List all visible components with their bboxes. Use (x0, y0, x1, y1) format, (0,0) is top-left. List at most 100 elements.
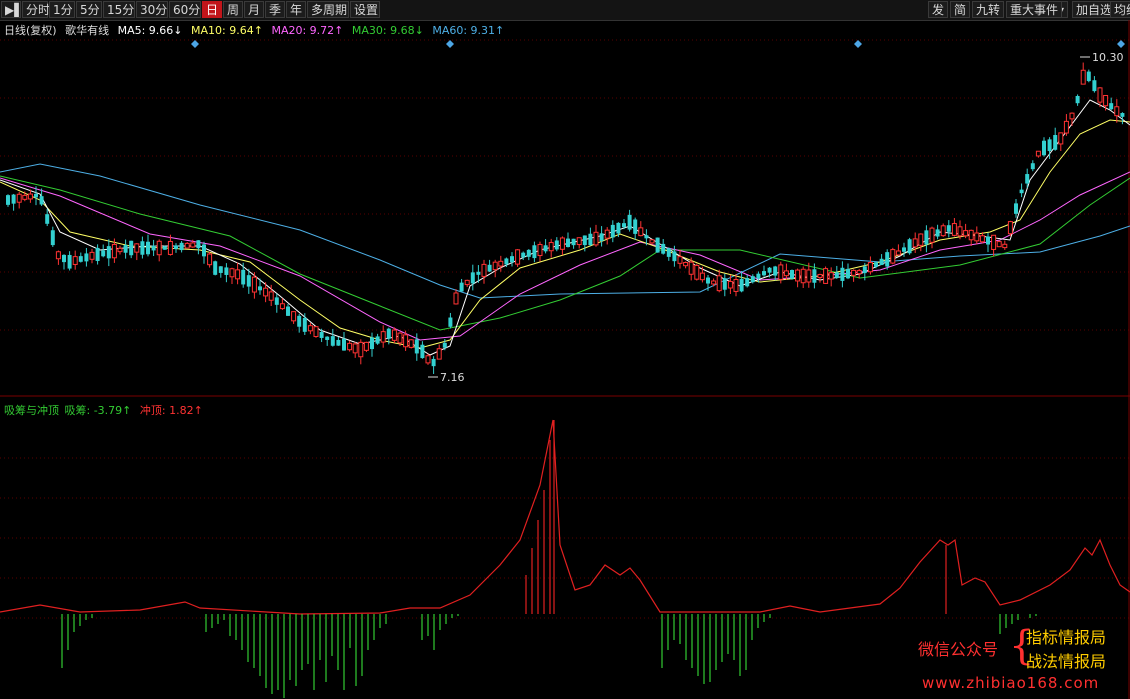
candle-body (291, 311, 297, 322)
candle-body (846, 268, 850, 279)
candle-body (1069, 112, 1075, 120)
candle-body (55, 251, 61, 260)
watermark-line2: 指标情报局 (1026, 628, 1107, 647)
candle-body (716, 275, 722, 292)
candle-body (62, 254, 66, 263)
candle-body (420, 344, 425, 359)
candle-body (968, 229, 974, 241)
candle-body (1063, 120, 1069, 134)
candle-body (1109, 103, 1114, 110)
candle-body (991, 234, 997, 250)
candle-body (274, 297, 279, 305)
candle-body (800, 268, 806, 284)
candle-body (297, 315, 302, 327)
candle-body (380, 331, 386, 343)
event-marker-icon[interactable] (1117, 40, 1125, 48)
candle-body (134, 243, 140, 253)
candle-body (363, 341, 369, 351)
candle-body (386, 328, 391, 339)
candle-body (979, 235, 985, 243)
candle-body (783, 270, 789, 277)
candle-body (330, 336, 335, 346)
candle-body (733, 278, 739, 292)
candle-body (688, 261, 694, 275)
candle-body (722, 278, 727, 290)
candle-body (1030, 163, 1035, 170)
candle-body (559, 237, 565, 250)
candle-body (1080, 69, 1086, 85)
candle-body (823, 268, 829, 284)
watermark-wechat: 微信公众号 (918, 640, 999, 659)
candle-body (202, 244, 206, 257)
candle-body (762, 271, 766, 276)
candle-body (532, 245, 537, 259)
candle-body (856, 270, 862, 275)
candle-body (504, 258, 509, 265)
candle-body (1019, 189, 1024, 194)
candle-body (442, 342, 447, 348)
candle-body (302, 317, 307, 332)
candle-body (174, 245, 178, 250)
candle-body (588, 233, 593, 246)
candle-body (342, 338, 346, 351)
candle-body (123, 245, 128, 253)
candle-body (677, 256, 683, 264)
candle-body (610, 224, 615, 238)
candle-body (806, 269, 812, 283)
kline-chart[interactable]: 10.30 7.16 (0, 0, 1130, 699)
candle-body (391, 329, 397, 341)
candle-body (912, 238, 918, 248)
candle-body (554, 240, 559, 250)
candle-body (790, 270, 794, 279)
candle-body (146, 241, 150, 255)
candle-body (179, 242, 184, 251)
candle-body (918, 233, 924, 246)
candle-body (448, 317, 453, 327)
candle-body (711, 280, 717, 285)
candle-body (229, 268, 235, 278)
candle-body (476, 271, 481, 275)
event-marker-icon[interactable] (191, 40, 199, 48)
candle-body (996, 241, 1002, 248)
candle-body (582, 235, 587, 246)
candle-body (543, 245, 548, 252)
candle-body (39, 196, 44, 205)
candle-body (571, 238, 576, 246)
event-marker-icon[interactable] (446, 40, 454, 48)
candle-body (1120, 113, 1125, 117)
candle-body (907, 239, 912, 254)
candle-body (11, 194, 16, 204)
candle-body (957, 226, 963, 237)
candle-body (974, 232, 980, 242)
candle-body (672, 251, 677, 262)
candle-body (767, 267, 772, 273)
candle-body (1086, 71, 1091, 82)
candle-body (515, 249, 521, 265)
candle-body (129, 240, 134, 256)
candle-body (1047, 139, 1052, 152)
candle-body (862, 266, 867, 274)
candle-body (890, 249, 896, 264)
candle-body (89, 251, 95, 260)
event-marker-icon[interactable] (854, 40, 862, 48)
candle-body (874, 262, 878, 267)
candle-body (649, 239, 655, 244)
candle-body (156, 240, 162, 256)
candle-body (140, 241, 145, 255)
candle-body (258, 286, 262, 291)
candle-body (840, 267, 845, 281)
candle-body (196, 240, 201, 249)
candle-body (1075, 95, 1080, 104)
candle-body (638, 227, 644, 237)
candle-body (101, 250, 106, 257)
candle-body (817, 273, 823, 279)
candle-body (6, 195, 10, 205)
candle-body (251, 276, 257, 293)
candle-body (184, 242, 190, 249)
candle-body (78, 256, 83, 262)
candle-body (1025, 174, 1030, 184)
candle-body (27, 193, 33, 200)
candle-body (867, 262, 873, 273)
candle-body (1097, 87, 1103, 103)
candle-body (946, 225, 951, 232)
